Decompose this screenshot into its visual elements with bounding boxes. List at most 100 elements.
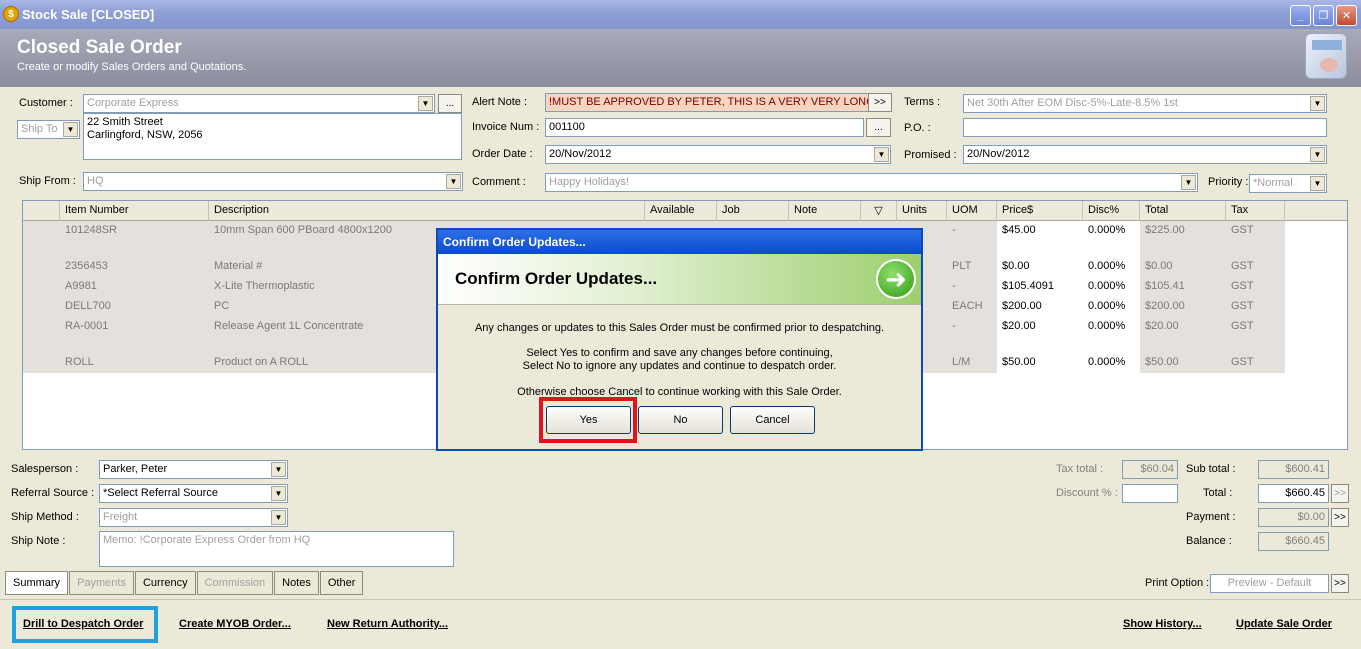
- col-note[interactable]: Note: [789, 201, 861, 221]
- chevron-down-icon[interactable]: ▼: [271, 462, 286, 477]
- cell-item: ROLL: [65, 356, 94, 368]
- ship-to-select[interactable]: Ship To ▼: [17, 120, 80, 139]
- chevron-down-icon[interactable]: ▼: [271, 510, 286, 525]
- cell-price[interactable]: $105.4091: [997, 277, 1083, 297]
- col-available[interactable]: Available: [645, 201, 717, 221]
- col-units[interactable]: Units: [897, 201, 947, 221]
- customer-select[interactable]: Corporate Express ▼: [83, 94, 435, 113]
- chevron-down-icon[interactable]: ▼: [63, 122, 78, 137]
- filter-icon[interactable]: ▽: [861, 201, 897, 221]
- sales-card-icon: [1305, 33, 1347, 79]
- new-return-link[interactable]: New Return Authority...: [327, 618, 448, 630]
- col-tax[interactable]: Tax: [1226, 201, 1285, 221]
- po-field[interactable]: [963, 118, 1327, 137]
- cell-disc[interactable]: 0.000%: [1083, 353, 1140, 373]
- chevron-down-icon[interactable]: ▼: [1310, 176, 1325, 191]
- total-value: $660.45: [1258, 484, 1329, 503]
- payment-more-button[interactable]: >>: [1331, 508, 1349, 527]
- cancel-button[interactable]: Cancel: [730, 406, 815, 434]
- dialog-heading: Confirm Order Updates...: [455, 269, 658, 288]
- chevron-down-icon[interactable]: ▼: [1181, 175, 1196, 190]
- chevron-down-icon[interactable]: ▼: [418, 96, 433, 111]
- print-option-label: Print Option :: [1145, 577, 1210, 589]
- update-sale-order-link[interactable]: Update Sale Order: [1236, 618, 1332, 630]
- show-history-link[interactable]: Show History...: [1123, 618, 1202, 630]
- highlight-frame-red: [539, 397, 637, 443]
- invoice-lookup-button[interactable]: ...: [866, 118, 891, 137]
- cell-price[interactable]: $20.00: [997, 317, 1083, 353]
- customer-label: Customer :: [19, 97, 73, 109]
- cell-uom: PLT: [952, 260, 972, 272]
- address-box[interactable]: 22 Smith Street Carlingford, NSW, 2056: [83, 113, 462, 160]
- customer-value: Corporate Express: [87, 97, 179, 109]
- tab-commission[interactable]: Commission: [196, 571, 274, 595]
- discount-field[interactable]: [1122, 484, 1178, 503]
- tab-other[interactable]: Other: [319, 571, 364, 595]
- col-description[interactable]: Description: [209, 201, 645, 221]
- col-job[interactable]: Job: [717, 201, 789, 221]
- ship-from-value: HQ: [87, 175, 104, 187]
- total-label: Total :: [1203, 487, 1233, 499]
- col-uom[interactable]: UOM: [947, 201, 997, 221]
- tab-payments[interactable]: Payments: [69, 571, 134, 595]
- col-total[interactable]: Total: [1140, 201, 1226, 221]
- chevron-down-icon[interactable]: ▼: [1310, 147, 1325, 162]
- comment-label: Comment :: [472, 176, 526, 188]
- ship-method-select[interactable]: Freight ▼: [99, 508, 288, 527]
- alert-note-field[interactable]: !MUST BE APPROVED BY PETER, THIS IS A VE…: [545, 93, 869, 112]
- cell-disc[interactable]: 0.000%: [1083, 317, 1140, 353]
- comment-value: Happy Holidays!: [549, 176, 630, 188]
- priority-select[interactable]: *Normal ▼: [1249, 174, 1327, 193]
- col-item-number[interactable]: Item Number: [60, 201, 209, 221]
- minimize-icon[interactable]: _: [1290, 5, 1311, 26]
- cell-item: RA-0001: [65, 320, 109, 332]
- no-button[interactable]: No: [638, 406, 723, 434]
- cell-price[interactable]: $45.00: [997, 221, 1083, 257]
- print-option-more-button[interactable]: >>: [1331, 574, 1349, 593]
- promised-date-picker[interactable]: 20/Nov/2012 ▼: [963, 145, 1327, 164]
- referral-source-select[interactable]: *Select Referral Source ▼: [99, 484, 288, 503]
- address-line2: Carlingford, NSW, 2056: [87, 129, 203, 141]
- cell-disc[interactable]: 0.000%: [1083, 257, 1140, 277]
- chevron-down-icon[interactable]: ▼: [874, 147, 889, 162]
- create-myob-link[interactable]: Create MYOB Order...: [179, 618, 291, 630]
- customer-lookup-button[interactable]: ...: [438, 94, 462, 113]
- cell-uom: -: [952, 280, 956, 292]
- tab-currency[interactable]: Currency: [134, 571, 196, 595]
- chevron-down-icon[interactable]: ▼: [1310, 96, 1325, 111]
- cell-disc[interactable]: 0.000%: [1083, 221, 1140, 257]
- order-date-picker[interactable]: 20/Nov/2012 ▼: [545, 145, 891, 164]
- cell-total: $20.00: [1145, 320, 1179, 332]
- ship-note-field[interactable]: Memo: !Corporate Express Order from HQ: [99, 531, 454, 567]
- salesperson-select[interactable]: Parker, Peter ▼: [99, 460, 288, 479]
- alert-more-button[interactable]: >>: [868, 93, 892, 112]
- dialog-title: Confirm Order Updates...: [438, 230, 921, 254]
- close-icon[interactable]: ✕: [1336, 5, 1357, 26]
- chevron-down-icon[interactable]: ▼: [271, 486, 286, 501]
- cell-item: 101248SR: [65, 224, 117, 236]
- total-more-button[interactable]: >>: [1331, 484, 1349, 503]
- bottom-tabs: Summary Payments Currency Commission Not…: [5, 571, 364, 595]
- dialog-line2: Select Yes to confirm and save any chang…: [526, 347, 833, 359]
- dialog-line3: Select No to ignore any updates and cont…: [522, 360, 837, 372]
- col-disc[interactable]: Disc%: [1083, 201, 1140, 221]
- print-option-select[interactable]: Preview - Default: [1210, 574, 1329, 593]
- cell-uom: L/M: [952, 356, 971, 368]
- col-price[interactable]: Price$: [997, 201, 1083, 221]
- invoice-num-field[interactable]: 001100: [545, 118, 864, 137]
- restore-icon[interactable]: ❐: [1313, 5, 1334, 26]
- terms-select[interactable]: Net 30th After EOM Disc-5%-Late-8.5% 1st…: [963, 94, 1327, 113]
- cell-price[interactable]: $200.00: [997, 297, 1083, 317]
- cell-disc[interactable]: 0.000%: [1083, 277, 1140, 297]
- ship-from-select[interactable]: HQ ▼: [83, 172, 463, 191]
- po-label: P.O. :: [904, 122, 931, 134]
- discount-label: Discount % :: [1056, 487, 1118, 499]
- chevron-down-icon[interactable]: ▼: [446, 174, 461, 189]
- cell-price[interactable]: $50.00: [997, 353, 1083, 373]
- comment-select[interactable]: Happy Holidays! ▼: [545, 173, 1198, 192]
- cell-price[interactable]: $0.00: [997, 257, 1083, 277]
- tab-summary[interactable]: Summary: [5, 571, 69, 595]
- cell-item: 2356453: [65, 260, 108, 272]
- tab-notes[interactable]: Notes: [274, 571, 319, 595]
- cell-disc[interactable]: 0.000%: [1083, 297, 1140, 317]
